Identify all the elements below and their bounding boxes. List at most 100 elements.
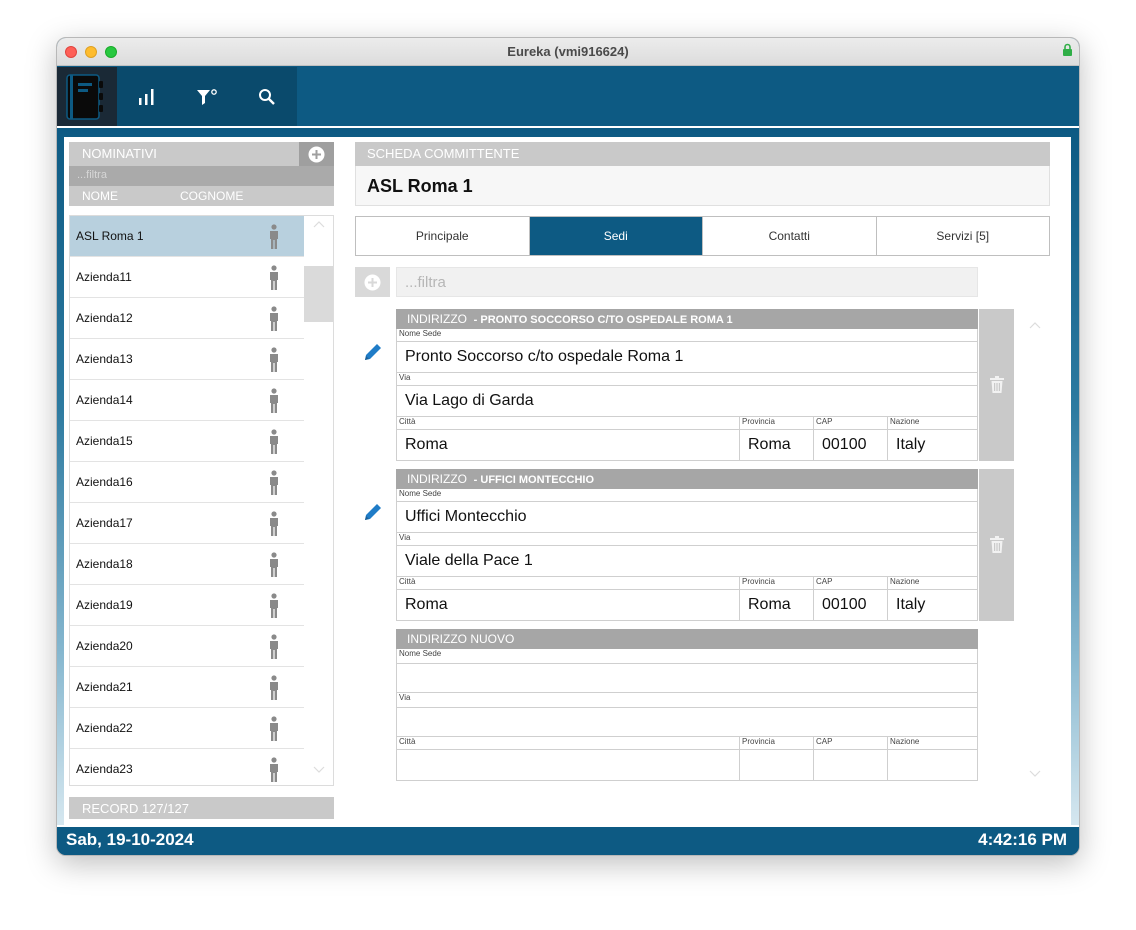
list-item[interactable]: Azienda11 <box>70 257 304 298</box>
sede-2-citta-value[interactable]: Roma <box>405 596 448 614</box>
delete-sede-2-button[interactable] <box>979 469 1014 621</box>
list-item-name: Azienda15 <box>76 434 133 448</box>
committente-name: ASL Roma 1 <box>355 166 1050 206</box>
list-item[interactable]: Azienda13 <box>70 339 304 380</box>
column-cognome[interactable]: COGNOME <box>180 189 243 203</box>
sede-1-nome-field[interactable]: Nome Sede Pronto Soccorso c/to ospedale … <box>396 329 978 373</box>
person-icon <box>270 675 278 700</box>
field-divider <box>397 341 977 342</box>
chevron-up-icon[interactable] <box>313 220 325 228</box>
list-item[interactable]: Azienda21 <box>70 667 304 708</box>
list-item[interactable]: Azienda16 <box>70 462 304 503</box>
add-sede-button[interactable] <box>355 267 390 297</box>
nominativi-filter-input[interactable]: ...filtra <box>69 166 334 186</box>
citta-label: Città <box>399 577 416 586</box>
add-nominativo-button[interactable] <box>299 142 334 166</box>
person-icon <box>270 716 278 741</box>
trash-icon <box>989 536 1004 553</box>
list-item[interactable]: Azienda23 <box>70 749 304 785</box>
sede-2-cap-value[interactable]: 00100 <box>822 596 867 614</box>
list-item-name: ASL Roma 1 <box>76 229 144 243</box>
person-icon <box>270 224 278 249</box>
record-counter: RECORD 127/127 <box>69 797 334 819</box>
person-icon <box>270 634 278 659</box>
list-item-name: Azienda11 <box>76 270 132 284</box>
list-item[interactable]: Azienda14 <box>70 380 304 421</box>
list-item[interactable]: Azienda20 <box>70 626 304 667</box>
sedi-filter-input[interactable]: ...filtra <box>396 267 978 297</box>
sede-2-nazione-value[interactable]: Italy <box>896 596 925 614</box>
field-divider <box>397 385 977 386</box>
sede-card-1-title: - PRONTO SOCCORSO C/TO OSPEDALE ROMA 1 <box>473 314 733 326</box>
nazione-label: Nazione <box>890 577 920 586</box>
field-split <box>887 577 888 621</box>
list-item[interactable]: Azienda18 <box>70 544 304 585</box>
plus-circle-icon <box>308 146 325 162</box>
sede-1-citta-value[interactable]: Roma <box>405 436 448 454</box>
sede-2-location-row: Città Roma Provincia Roma CAP 00100 Nazi… <box>396 577 978 621</box>
edit-sede-2-pencil-icon[interactable] <box>362 501 384 523</box>
sede-1-nome-value: Pronto Soccorso c/to ospedale Roma 1 <box>405 348 684 365</box>
plus-circle-icon <box>364 274 381 290</box>
list-item[interactable]: ASL Roma 1 <box>70 216 304 257</box>
chevron-up-icon[interactable] <box>1029 321 1041 329</box>
new-sede-card: INDIRIZZO NUOVO Nome Sede Via Città Prov… <box>396 629 978 781</box>
chevron-down-icon[interactable] <box>313 766 325 774</box>
tab-principale[interactable]: Principale <box>356 217 530 255</box>
sede-2-nome-field[interactable]: Nome Sede Uffici Montecchio <box>396 489 978 533</box>
sede-1-via-field[interactable]: Via Via Lago di Garda <box>396 373 978 417</box>
person-icon <box>270 347 278 372</box>
list-item-name: Azienda23 <box>76 762 133 776</box>
sede-2-via-field[interactable]: Via Viale della Pace 1 <box>396 533 978 577</box>
field-split <box>813 737 814 781</box>
new-sede-via-field[interactable]: Via <box>396 693 978 737</box>
list-item[interactable]: Azienda12 <box>70 298 304 339</box>
chevron-down-icon[interactable] <box>1029 770 1041 778</box>
list-item-name: Azienda22 <box>76 721 133 735</box>
sede-card-2-prefix: INDIRIZZO <box>407 472 467 486</box>
edit-sede-1-pencil-icon[interactable] <box>362 341 384 363</box>
tab-sedi[interactable]: Sedi <box>529 217 703 255</box>
field-split <box>887 737 888 781</box>
scheda-header: SCHEDA COMMITTENTE <box>355 142 1050 166</box>
list-item-name: Azienda16 <box>76 475 133 489</box>
new-sede-nome-field[interactable]: Nome Sede <box>396 649 978 693</box>
trash-icon <box>989 376 1004 393</box>
new-sede-header: INDIRIZZO NUOVO <box>396 629 978 649</box>
list-item[interactable]: Azienda22 <box>70 708 304 749</box>
person-icon <box>270 511 278 536</box>
nazione-label: Nazione <box>890 737 920 746</box>
column-nome[interactable]: NOME <box>82 189 118 203</box>
list-item-name: Azienda13 <box>76 352 133 366</box>
list-scrollbar-thumb[interactable] <box>304 266 333 322</box>
list-item-name: Azienda18 <box>76 557 133 571</box>
tab-servizi[interactable]: Servizi [5] <box>876 217 1049 255</box>
nominativi-header: NOMINATIVI <box>69 142 299 166</box>
sede-2-provincia-value[interactable]: Roma <box>748 596 791 614</box>
sede-card-2: INDIRIZZO - UFFICI MONTECCHIO Nome Sede … <box>396 469 978 621</box>
list-item[interactable]: Azienda17 <box>70 503 304 544</box>
sede-1-cap-value[interactable]: 00100 <box>822 436 867 454</box>
sede-1-nazione-value[interactable]: Italy <box>896 436 925 454</box>
list-item[interactable]: Azienda15 <box>70 421 304 462</box>
person-icon <box>270 757 278 782</box>
nominativi-column-headers: NOME COGNOME <box>69 186 334 206</box>
nominativi-list: ASL Roma 1 Azienda11 Azienda12 Azienda13 Azi… <box>69 215 334 786</box>
list-item[interactable]: Azienda19 <box>70 585 304 626</box>
sede-2-via-value: Viale della Pace 1 <box>405 552 533 569</box>
via-label: Via <box>399 533 411 542</box>
person-icon <box>270 552 278 577</box>
person-icon <box>270 306 278 331</box>
list-item-name: Azienda20 <box>76 639 133 653</box>
new-sede-location-row[interactable]: Città Provincia CAP Nazione <box>396 737 978 781</box>
delete-sede-1-button[interactable] <box>979 309 1014 461</box>
person-icon <box>270 429 278 454</box>
provincia-label: Provincia <box>742 577 775 586</box>
sede-card-1-prefix: INDIRIZZO <box>407 312 467 326</box>
sede-1-provincia-value[interactable]: Roma <box>748 436 791 454</box>
person-icon <box>270 593 278 618</box>
list-item-name: Azienda21 <box>76 680 133 694</box>
nome-sede-label: Nome Sede <box>399 649 442 658</box>
list-item-name: Azienda19 <box>76 598 133 612</box>
tab-contatti[interactable]: Contatti <box>703 217 877 255</box>
